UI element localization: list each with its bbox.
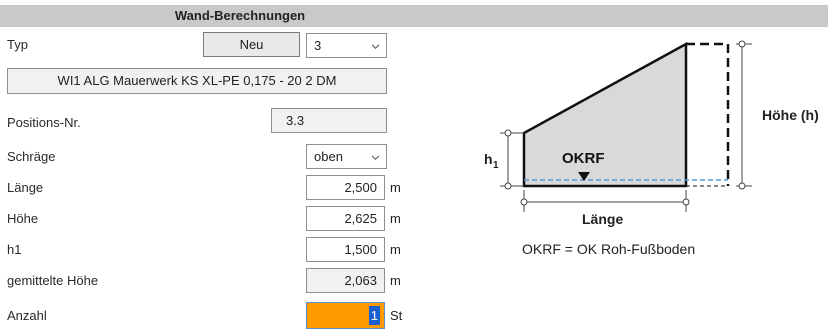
length-diagram-label: Länge: [582, 211, 623, 227]
height-label: Höhe (h): [762, 107, 819, 123]
wall-shape: [522, 41, 688, 188]
h1-diagram-label: h: [484, 151, 493, 167]
okrf-legend: OKRF = OK Roh-Fußboden: [522, 241, 695, 257]
okrf-label: OKRF: [562, 150, 605, 167]
h1-diagram-label-sub: 1: [493, 160, 499, 171]
wall-diagram: Höhe (h) h 1 OKRF Länge OKRF = OK Roh-Fu…: [484, 40, 819, 257]
